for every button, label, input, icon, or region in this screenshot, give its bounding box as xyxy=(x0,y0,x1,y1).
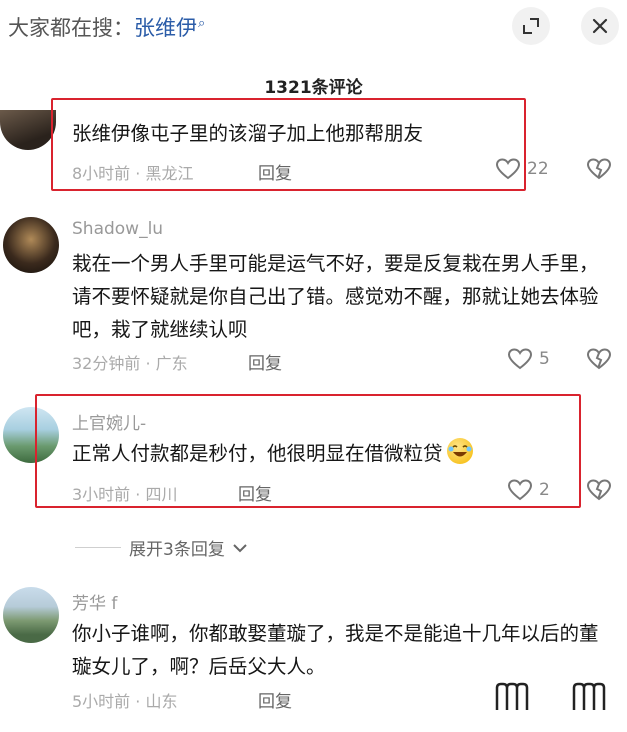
comment-count: 1321条评论 xyxy=(264,78,363,98)
avatar[interactable] xyxy=(3,587,59,643)
search-icon: ⌕ xyxy=(198,16,206,31)
avatar[interactable] xyxy=(0,110,56,150)
like-count: 2 xyxy=(539,480,550,500)
like-count: 5 xyxy=(539,349,550,369)
expand-replies-label: 展开3条回复 xyxy=(129,540,225,560)
search-suggestion[interactable]: 大家都在搜：张维伊⌕ xyxy=(8,12,205,42)
close-button[interactable] xyxy=(581,7,619,45)
search-term[interactable]: 张维伊 xyxy=(134,16,197,40)
broken-heart-icon xyxy=(586,479,612,501)
expand-icon xyxy=(523,18,539,34)
like-button[interactable]: 22 xyxy=(495,157,549,181)
expand-button[interactable] xyxy=(512,7,550,45)
like-button[interactable]: 2 xyxy=(507,478,550,502)
username[interactable]: 上官婉儿- xyxy=(72,409,146,434)
reply-button[interactable]: 回复 xyxy=(248,349,282,374)
comment-text: 你小子谁啊，你都敢娶董璇了，我是不是能追十几年以后的董璇女儿了，啊？后岳父大人。 xyxy=(72,622,599,678)
comment-text: 正常人付款都是秒付，他很明显在借微粒贷 xyxy=(72,442,443,465)
dislike-button[interactable] xyxy=(586,347,612,375)
reply-button[interactable]: 回复 xyxy=(258,687,292,712)
avatar[interactable] xyxy=(3,217,59,273)
reply-button[interactable]: 回复 xyxy=(238,480,272,505)
broken-heart-icon xyxy=(572,682,606,710)
divider xyxy=(75,547,121,548)
username[interactable]: 芳华 f xyxy=(72,589,117,614)
comment-text-row: 正常人付款都是秒付，他很明显在借微粒贷 xyxy=(72,437,572,470)
search-prefix: 大家都在搜： xyxy=(8,16,134,40)
comment-text: 栽在一个男人手里可能是运气不好，要是反复栽在男人手里，请不要怀疑就是你自己出了错… xyxy=(72,252,599,341)
like-count: 22 xyxy=(527,159,549,179)
like-button[interactable]: 5 xyxy=(507,347,550,371)
heart-icon xyxy=(507,479,533,501)
dislike-button[interactable] xyxy=(586,157,612,185)
like-button[interactable] xyxy=(493,680,541,718)
laughing-emoji-icon xyxy=(446,438,473,464)
heart-icon xyxy=(495,158,521,180)
reply-button[interactable]: 回复 xyxy=(258,159,292,184)
comment-text: 张维伊像屯子里的该溜子加上他那帮朋友 xyxy=(72,122,424,145)
heart-icon xyxy=(495,682,529,710)
dislike-button[interactable] xyxy=(586,478,612,506)
close-icon xyxy=(592,18,608,34)
broken-heart-icon xyxy=(586,158,612,180)
comment-meta: 3小时前 · 四川 xyxy=(72,485,178,504)
broken-heart-icon xyxy=(586,348,612,370)
comment-meta: 32分钟前 · 广东 xyxy=(72,354,188,373)
heart-icon xyxy=(507,348,533,370)
chevron-down-icon xyxy=(233,543,247,552)
username[interactable]: Shadow_lu xyxy=(72,219,163,239)
expand-replies-button[interactable]: 展开3条回复 xyxy=(75,535,247,560)
comment-meta: 5小时前 · 山东 xyxy=(72,692,178,711)
comment-meta: 8小时前 · 黑龙江 xyxy=(72,164,194,183)
dislike-button[interactable] xyxy=(570,680,618,718)
